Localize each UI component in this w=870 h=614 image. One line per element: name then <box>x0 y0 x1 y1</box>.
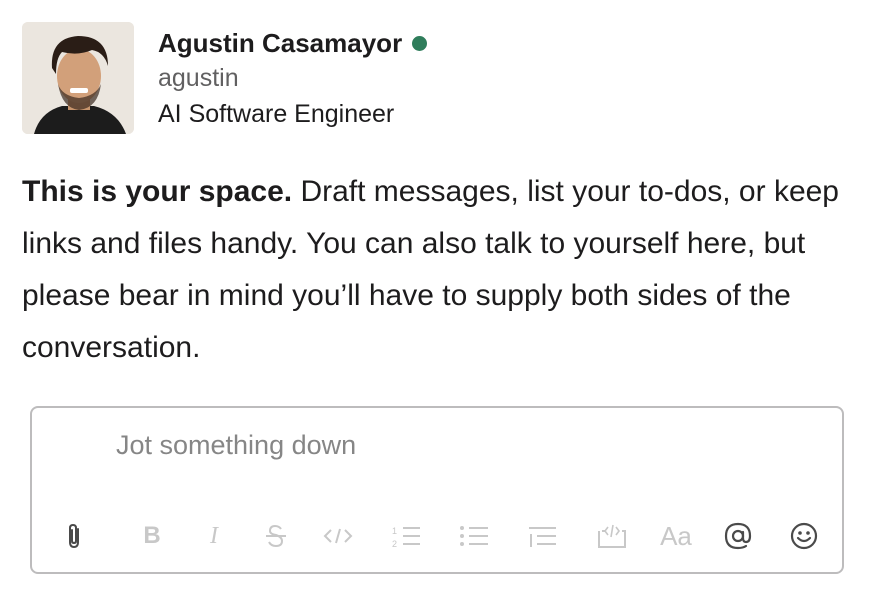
emoji-icon[interactable] <box>784 516 824 556</box>
presence-indicator <box>412 35 428 51</box>
intro-lead: This is your space. <box>22 175 293 208</box>
profile-title: AI Software Engineer <box>158 100 395 128</box>
message-composer[interactable]: B I 12 Aa <box>30 406 844 574</box>
avatar-image <box>22 22 134 134</box>
italic-icon[interactable]: I <box>194 516 234 556</box>
profile-name[interactable]: Agustin Casamayor <box>158 26 402 60</box>
text-style-icon[interactable]: Aa <box>654 516 698 556</box>
profile-meta: Agustin Casamayor agustin AI Software En… <box>158 26 428 134</box>
intro-text: This is your space. Draft messages, list… <box>22 166 842 374</box>
formatting-toolbar: B I 12 Aa <box>32 516 842 556</box>
svg-text:2: 2 <box>392 539 397 549</box>
code-block-icon[interactable] <box>592 516 632 556</box>
code-icon[interactable] <box>318 516 358 556</box>
name-row: Agustin Casamayor <box>158 26 428 60</box>
strikethrough-icon[interactable] <box>256 516 296 556</box>
profile-header: Agustin Casamayor agustin AI Software En… <box>22 22 428 134</box>
blockquote-icon[interactable] <box>522 516 562 556</box>
attach-icon[interactable] <box>54 516 94 556</box>
svg-text:1: 1 <box>392 526 397 536</box>
profile-handle: agustin <box>158 64 239 92</box>
mention-icon[interactable] <box>718 516 758 556</box>
message-input[interactable] <box>116 430 796 461</box>
bold-icon[interactable]: B <box>132 516 172 556</box>
bullet-list-icon[interactable] <box>454 516 494 556</box>
avatar[interactable] <box>22 22 134 134</box>
ordered-list-icon[interactable]: 12 <box>386 516 426 556</box>
